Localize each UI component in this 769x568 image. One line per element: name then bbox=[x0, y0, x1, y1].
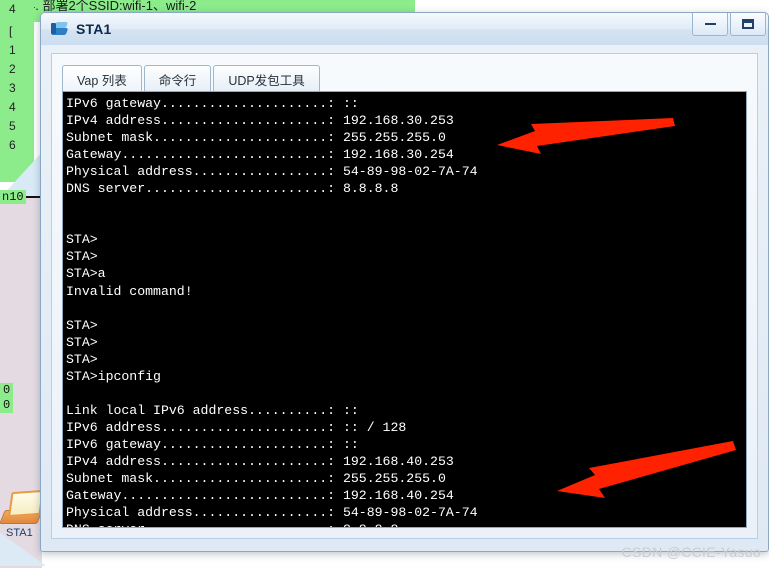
gutter-number: 1 bbox=[9, 43, 16, 57]
terminal-line: Link local IPv6 address..........: :: bbox=[66, 402, 359, 418]
gutter-number: 2 bbox=[9, 62, 16, 76]
gutter-number: 5 bbox=[9, 119, 16, 133]
terminal-line: IPv4 address.....................: 192.1… bbox=[66, 113, 454, 129]
topology-node-label: STA1 bbox=[6, 527, 33, 539]
terminal-line: Subnet mask......................: 255.2… bbox=[66, 471, 446, 487]
terminal-line: STA>a bbox=[66, 266, 106, 282]
background-label-zeros: 0 0 bbox=[0, 383, 14, 413]
terminal-line: IPv4 address.....................: 192.1… bbox=[66, 453, 454, 469]
gutter-number: 4 bbox=[9, 100, 16, 114]
terminal-output[interactable]: IPv6 gateway.....................: :: IPv… bbox=[62, 91, 747, 528]
window-inner-panel: Vap 列表 命令行 UDP发包工具 IPv6 gateway.........… bbox=[51, 53, 758, 539]
window-titlebar[interactable]: STA1 bbox=[41, 13, 768, 45]
window-body: Vap 列表 命令行 UDP发包工具 IPv6 gateway.........… bbox=[41, 45, 768, 551]
terminal-line: IPv6 gateway.....................: :: bbox=[66, 436, 359, 452]
topology-node-sta1[interactable]: STA1 bbox=[0, 489, 44, 543]
laptop-icon-screen bbox=[8, 489, 44, 518]
tab-strip: Vap 列表 命令行 UDP发包工具 bbox=[62, 64, 322, 92]
maximize-icon bbox=[742, 19, 754, 29]
terminal-line: Physical address.................: 54-89… bbox=[66, 164, 478, 180]
terminal-line: IPv6 gateway.....................: :: bbox=[66, 96, 359, 111]
terminal-line: STA> bbox=[66, 317, 98, 333]
gutter-number: 3 bbox=[9, 81, 16, 95]
watermark: CSDN @CCIE-Yasuo bbox=[621, 544, 761, 560]
terminal-line: STA> bbox=[66, 232, 98, 248]
background-label-zero-2: 0 bbox=[3, 398, 11, 412]
terminal-line: DNS server.......................: 8.8.8… bbox=[66, 521, 746, 527]
sta-device-icon bbox=[50, 20, 69, 38]
terminal-line: STA>ipconfig bbox=[66, 368, 161, 384]
terminal-line: Gateway..........................: 192.1… bbox=[66, 147, 454, 163]
gutter-number: [ bbox=[9, 24, 13, 38]
terminal-line: IPv6 address.....................: :: / … bbox=[66, 419, 407, 435]
maximize-button[interactable] bbox=[730, 13, 766, 36]
tab-udp-tool[interactable]: UDP发包工具 bbox=[213, 65, 320, 92]
minimize-icon bbox=[704, 23, 716, 25]
tab-vap-list[interactable]: Vap 列表 bbox=[62, 65, 142, 92]
terminal-line: Invalid command! bbox=[66, 283, 193, 299]
window-title: STA1 bbox=[76, 21, 112, 37]
terminal-line: STA> bbox=[66, 351, 98, 367]
background-line-number-gutter: 4 [ 1 2 3 4 5 6 bbox=[0, 0, 34, 182]
window-controls bbox=[692, 13, 768, 39]
tab-command-line[interactable]: 命令行 bbox=[143, 65, 212, 92]
terminal-line: Gateway..........................: 192.1… bbox=[66, 488, 454, 504]
minimize-button[interactable] bbox=[692, 13, 728, 36]
terminal-line: STA> bbox=[66, 334, 98, 350]
sta1-window: STA1 Vap 列表 命令行 UDP发包工具 IPv6 gateway....… bbox=[40, 12, 769, 552]
terminal-line: Subnet mask......................: 255.2… bbox=[66, 130, 446, 146]
background-label-n10: n10 bbox=[0, 190, 26, 204]
terminal-line: Physical address.................: 54-89… bbox=[66, 505, 478, 521]
terminal-line: DNS server.......................: 8.8.8… bbox=[66, 181, 399, 197]
background-label-zero-1: 0 bbox=[3, 383, 11, 397]
gutter-number: 6 bbox=[9, 138, 16, 152]
terminal-line: STA> bbox=[66, 249, 98, 265]
gutter-number: 4 bbox=[9, 2, 16, 16]
